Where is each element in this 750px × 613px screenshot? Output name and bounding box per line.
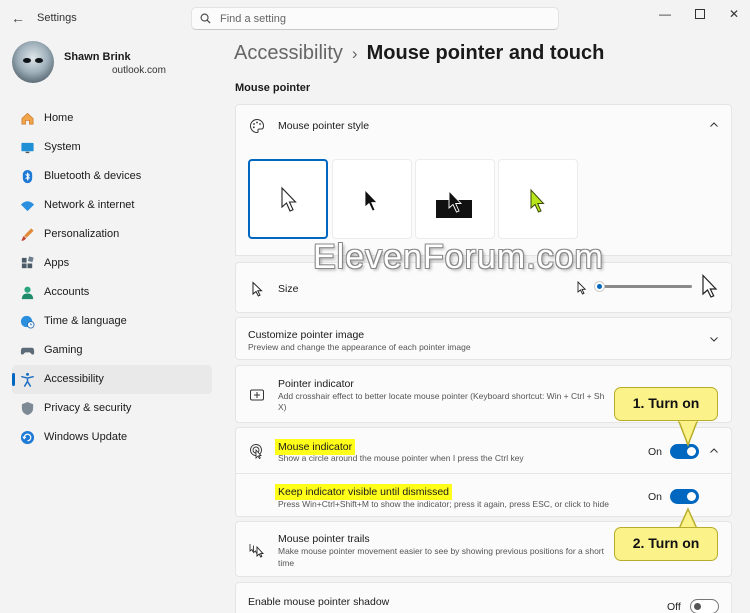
callout-turn-on-1: 1. Turn on — [614, 387, 718, 421]
sidebar-item-windows-update[interactable]: Windows Update — [12, 423, 212, 452]
brush-icon — [21, 228, 34, 241]
trails-description-2: time — [278, 558, 295, 568]
pointer-style-inverted[interactable] — [415, 159, 495, 239]
keep-indicator-visible-card[interactable]: Keep indicator visible until dismissed P… — [235, 473, 732, 517]
chevron-up-icon[interactable] — [709, 446, 719, 456]
mouse-indicator-description: Show a circle around the mouse pointer w… — [278, 453, 524, 463]
shield-icon — [21, 401, 34, 416]
breadcrumb: Accessibility › Mouse pointer and touch — [234, 42, 604, 65]
user-email: outlook.com — [112, 65, 166, 76]
search-icon — [200, 13, 211, 24]
sidebar-item-accounts[interactable]: Accounts — [12, 278, 212, 307]
callout-turn-on-2: 2. Turn on — [614, 527, 718, 561]
pointer-trails-icon — [249, 544, 265, 558]
ripple-pointer-icon — [250, 444, 262, 459]
customize-pointer-card[interactable]: Customize pointer image Preview and chan… — [235, 317, 732, 360]
close-icon[interactable]: ✕ — [724, 6, 744, 22]
keep-visible-state: On — [648, 491, 663, 503]
sidebar-item-time-language[interactable]: Time & language — [12, 307, 212, 336]
shadow-title: Enable mouse pointer shadow — [248, 596, 390, 608]
large-pointer-icon — [702, 274, 718, 298]
update-icon — [20, 430, 35, 445]
shadow-toggle[interactable] — [690, 599, 719, 613]
breadcrumb-separator: › — [351, 44, 358, 63]
chevron-down-icon[interactable] — [709, 334, 719, 344]
keep-visible-title: Keep indicator visible until dismissed — [275, 484, 452, 500]
sidebar-item-personalization[interactable]: Personalization — [12, 220, 212, 249]
search-box[interactable]: Find a setting — [191, 7, 559, 30]
watermark: ElevenForum.com — [313, 238, 604, 276]
search-placeholder: Find a setting — [220, 13, 287, 25]
accessibility-icon — [21, 372, 34, 387]
callout-arrow-one — [677, 419, 699, 447]
pointer-indicator-description: Add crosshair effect to better locate mo… — [278, 391, 605, 401]
person-icon — [21, 286, 34, 300]
small-pointer-icon — [577, 281, 587, 295]
card-title: Mouse pointer style — [278, 120, 370, 132]
size-label: Size — [278, 283, 299, 295]
mouse-indicator-card[interactable]: Mouse indicator Show a circle around the… — [235, 427, 732, 474]
home-icon — [21, 112, 34, 125]
pointer-style-black[interactable] — [332, 159, 412, 239]
palette-icon — [250, 118, 265, 134]
keep-visible-description: Press Win+Ctrl+Shift+M to show the indic… — [278, 499, 609, 509]
sidebar-nav: Home System Bluetooth & devices Network … — [12, 104, 212, 452]
size-slider-thumb[interactable] — [594, 281, 605, 292]
monitor-icon — [21, 142, 34, 154]
pointer-style-white[interactable] — [248, 159, 328, 239]
sidebar-item-apps[interactable]: Apps — [12, 249, 212, 278]
trails-description: Make mouse pointer movement easier to se… — [278, 546, 604, 556]
title-bar: ← Settings Find a setting — ✕ — [0, 0, 750, 36]
user-name: Shawn Brink — [64, 51, 131, 63]
trails-title: Mouse pointer trails — [278, 533, 370, 545]
back-arrow-icon[interactable]: ← — [10, 10, 26, 26]
crosshair-icon — [250, 389, 264, 401]
sidebar-item-home[interactable]: Home — [12, 104, 212, 133]
size-slider-track[interactable] — [600, 285, 692, 288]
pointer-shadow-card[interactable]: Enable mouse pointer shadow Off — [235, 582, 732, 613]
mouse-pointer-style-card[interactable]: Mouse pointer style — [235, 104, 732, 147]
apps-icon — [21, 256, 34, 269]
controller-icon — [20, 347, 35, 355]
sidebar-item-gaming[interactable]: Gaming — [12, 336, 212, 365]
sidebar-item-privacy-security[interactable]: Privacy & security — [12, 394, 212, 423]
customize-title: Customize pointer image — [248, 329, 365, 341]
sidebar-item-network[interactable]: Network & internet — [12, 191, 212, 220]
sidebar-item-system[interactable]: System — [12, 133, 212, 162]
maximize-icon[interactable] — [690, 6, 710, 22]
keep-visible-toggle[interactable] — [670, 489, 699, 504]
pointer-icon — [252, 281, 263, 297]
globe-clock-icon — [20, 315, 35, 329]
sidebar-item-bluetooth-devices[interactable]: Bluetooth & devices — [12, 162, 212, 191]
customize-description: Preview and change the appearance of eac… — [248, 342, 471, 352]
pointer-indicator-description-2: X) — [278, 402, 287, 412]
chevron-up-icon[interactable] — [709, 120, 719, 130]
mouse-indicator-title: Mouse indicator — [275, 439, 356, 455]
breadcrumb-parent[interactable]: Accessibility — [234, 42, 343, 64]
app-title: Settings — [37, 12, 77, 24]
bluetooth-icon — [22, 169, 33, 184]
page-title: Mouse pointer and touch — [366, 42, 605, 64]
pointer-indicator-title: Pointer indicator — [278, 378, 354, 390]
avatar — [12, 41, 54, 83]
pointer-style-custom[interactable] — [498, 159, 578, 239]
minimize-icon[interactable]: — — [655, 6, 675, 22]
sidebar-item-accessibility[interactable]: Accessibility — [12, 365, 212, 394]
shadow-state: Off — [667, 601, 681, 613]
wifi-icon — [20, 201, 35, 212]
section-title: Mouse pointer — [235, 82, 311, 94]
mouse-indicator-state: On — [648, 446, 663, 458]
